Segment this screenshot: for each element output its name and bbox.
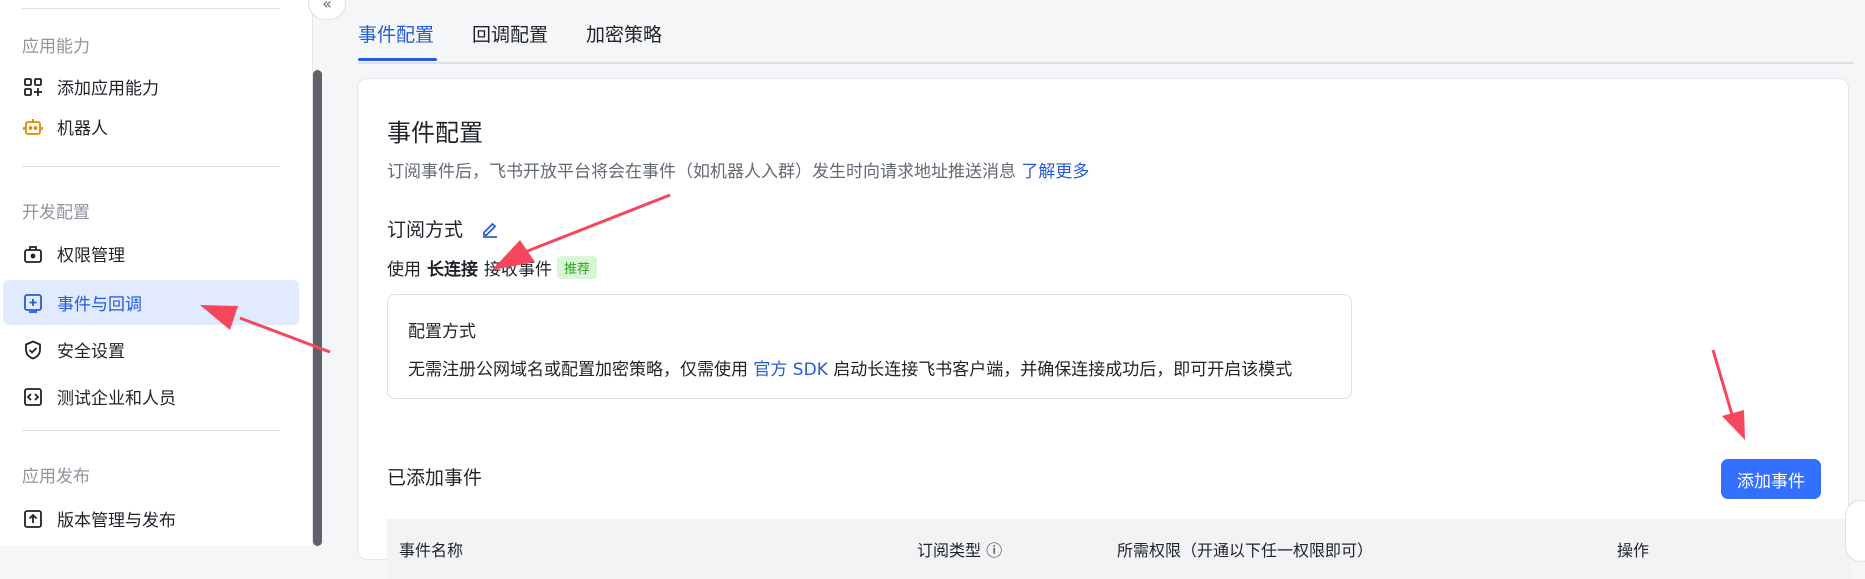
sidebar-item-robot[interactable]: 机器人	[3, 104, 299, 149]
right-panel-handle[interactable]	[1845, 500, 1865, 562]
section-title-dev-config: 开发配置	[22, 203, 90, 223]
upload-box-icon	[22, 508, 44, 530]
config-text-after: 启动长连接飞书客户端，并确保连接成功后，即可开启该模式	[833, 360, 1293, 380]
sidebar-item-add-capability[interactable]: 添加应用能力	[3, 64, 299, 109]
mode-name: 长连接	[427, 260, 478, 280]
double-chevron-left-icon: «	[322, 0, 332, 13]
sidebar-item-events-callbacks[interactable]: 事件与回调	[3, 280, 299, 325]
grid-plus-icon	[22, 76, 44, 98]
sidebar-divider	[22, 8, 280, 9]
collapse-sidebar-button[interactable]: «	[308, 0, 346, 20]
sidebar-divider	[22, 166, 280, 167]
shield-check-icon	[22, 339, 44, 361]
column-header-required-permissions: 所需权限（开通以下任一权限即可）	[1117, 541, 1374, 560]
config-method-box: 配置方式 无需注册公网域名或配置加密策略，仅需使用 官方 SDK 启动长连接飞书…	[387, 294, 1352, 399]
learn-more-link[interactable]: 了解更多	[1021, 162, 1089, 182]
description-text: 订阅事件后，飞书开放平台将会在事件（如机器人入群）发生时向请求地址推送消息	[387, 162, 1016, 182]
sidebar-item-label: 添加应用能力	[57, 79, 159, 99]
active-tab-indicator	[358, 58, 437, 61]
sidebar-item-label: 测试企业和人员	[57, 389, 176, 409]
sidebar-item-label: 安全设置	[57, 342, 125, 362]
sidebar-scrollbar[interactable]	[313, 70, 322, 546]
sidebar: 应用能力 添加应用能力 机器人 开发配置 权限管理 事件与回调 安全设置 测试企…	[0, 0, 313, 546]
config-method-title: 配置方式	[408, 322, 476, 342]
sidebar-item-label: 权限管理	[57, 246, 125, 266]
page-title: 事件配置	[387, 119, 483, 147]
column-header-actions: 操作	[1617, 541, 1650, 560]
sidebar-item-test-enterprise[interactable]: 测试企业和人员	[3, 374, 299, 419]
mode-prefix: 使用	[387, 260, 421, 280]
robot-icon	[22, 116, 44, 138]
tab-event-config[interactable]: 事件配置	[358, 20, 434, 47]
section-title-app-capability: 应用能力	[22, 37, 90, 57]
tab-bar: 事件配置 回调配置 加密策略	[358, 0, 1853, 64]
sidebar-divider	[22, 430, 280, 431]
subscribe-mode-heading: 订阅方式	[387, 215, 499, 242]
sidebar-item-label: 机器人	[57, 119, 108, 139]
sidebar-item-permissions[interactable]: 权限管理	[3, 231, 299, 276]
section-title-app-release: 应用发布	[22, 467, 90, 487]
config-method-text: 无需注册公网域名或配置加密策略，仅需使用 官方 SDK 启动长连接飞书客户端，并…	[408, 355, 1292, 380]
recommended-badge: 推荐	[557, 256, 598, 279]
code-box-icon	[22, 386, 44, 408]
column-header-subscription-type: 订阅类型 ⓘ	[917, 541, 1003, 560]
tab-encryption[interactable]: 加密策略	[586, 20, 662, 47]
briefcase-lock-icon	[22, 243, 44, 265]
sidebar-item-label: 版本管理与发布	[57, 511, 176, 531]
column-header-event-name: 事件名称	[399, 541, 464, 560]
added-events-title: 已添加事件	[387, 467, 483, 489]
add-event-button[interactable]: 添加事件	[1721, 459, 1821, 499]
mode-suffix: 接收事件	[484, 260, 552, 280]
event-config-card: 事件配置 订阅事件后，飞书开放平台将会在事件（如机器人入群）发生时向请求地址推送…	[357, 78, 1850, 579]
sidebar-item-version-release[interactable]: 版本管理与发布	[3, 496, 299, 541]
subscribe-mode-line: 使用 长连接 接收事件 推荐	[387, 255, 598, 280]
sidebar-item-label: 事件与回调	[57, 295, 142, 315]
tab-callback-config[interactable]: 回调配置	[472, 20, 548, 47]
official-sdk-link[interactable]: 官方 SDK	[753, 360, 827, 380]
edit-icon[interactable]	[481, 220, 499, 238]
event-plus-icon	[22, 292, 44, 314]
events-table-header: 事件名称 订阅类型 ⓘ 所需权限（开通以下任一权限即可） 操作	[387, 519, 1850, 579]
subscribe-mode-title: 订阅方式	[387, 219, 464, 241]
sidebar-item-security[interactable]: 安全设置	[3, 327, 299, 372]
config-text-before: 无需注册公网域名或配置加密策略，仅需使用	[408, 360, 748, 380]
page-description: 订阅事件后，飞书开放平台将会在事件（如机器人入群）发生时向请求地址推送消息 了解…	[387, 157, 1089, 182]
